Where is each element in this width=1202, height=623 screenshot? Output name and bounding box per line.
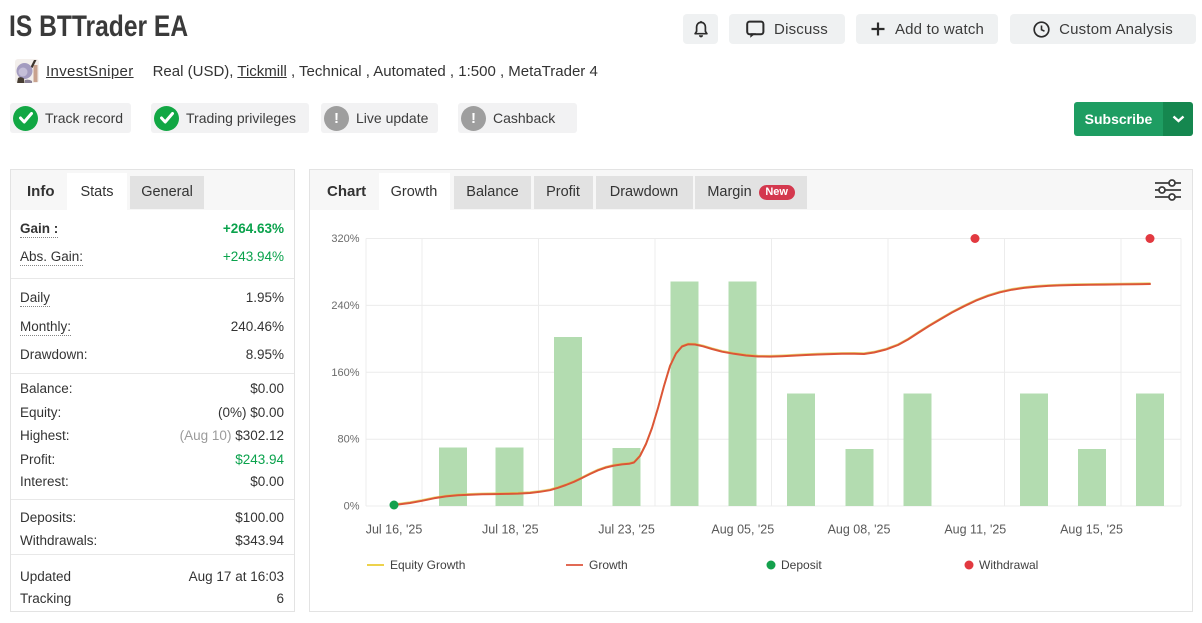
- svg-text:Jul 23, '25: Jul 23, '25: [598, 523, 655, 537]
- svg-text:80%: 80%: [337, 434, 359, 446]
- svg-text:Aug 11, '25: Aug 11, '25: [944, 523, 1006, 537]
- svg-text:Aug 15, '25: Aug 15, '25: [1060, 523, 1123, 537]
- svg-text:0%: 0%: [344, 501, 360, 513]
- svg-text:Aug 08, '25: Aug 08, '25: [828, 523, 891, 537]
- svg-text:Jul 18, '25: Jul 18, '25: [482, 523, 539, 537]
- svg-text:Growth: Growth: [589, 558, 628, 572]
- svg-text:160%: 160%: [331, 367, 359, 379]
- svg-text:Deposit: Deposit: [781, 558, 822, 572]
- svg-text:240%: 240%: [331, 300, 359, 312]
- svg-text:Equity Growth: Equity Growth: [390, 558, 465, 572]
- svg-text:Withdrawal: Withdrawal: [979, 558, 1038, 572]
- svg-text:Jul 16, '25: Jul 16, '25: [366, 523, 423, 537]
- svg-text:320%: 320%: [331, 233, 359, 245]
- svg-text:Aug 05, '25: Aug 05, '25: [711, 523, 774, 537]
